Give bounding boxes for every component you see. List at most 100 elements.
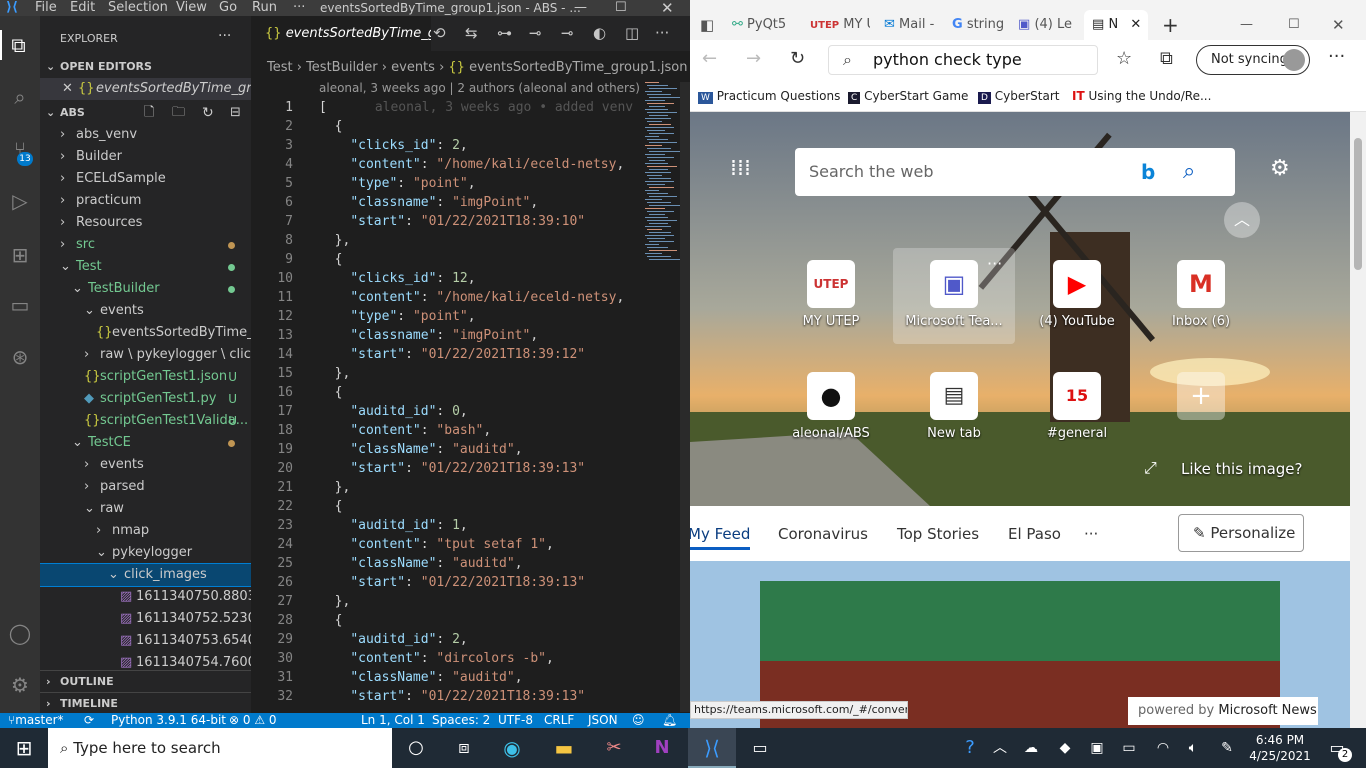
blame-codelens[interactable]: aleonal, 3 weeks ago | 2 authors (aleona… <box>319 81 640 95</box>
tree-item[interactable]: › src <box>40 234 251 256</box>
python-interpreter[interactable]: Python 3.9.1 64-bit <box>111 713 226 728</box>
favorite-item[interactable]: W Practicum Questions <box>698 86 840 108</box>
maximize-icon[interactable]: ☐ <box>615 0 627 16</box>
favorite-item[interactable]: IT Using the Undo/Re... <box>1072 86 1211 106</box>
edge-app-icon[interactable]: ◉ <box>488 728 536 768</box>
network-display-icon[interactable]: ▣ <box>1084 728 1110 768</box>
tree-item[interactable]: › raw \ pykeylogger \ click_i... <box>40 344 251 366</box>
editor-tab[interactable]: {} eventsSortedByTime_grou <box>251 16 431 51</box>
web-search-box[interactable]: Search the web b ⌕ <box>795 148 1235 196</box>
browser-tab[interactable]: G string <box>952 12 1008 38</box>
terminal-icon[interactable]: ▭ <box>736 728 784 768</box>
quick-link-tile[interactable]: ▤ New tab <box>899 372 1009 464</box>
minimap[interactable] <box>641 82 680 262</box>
cursor-position[interactable]: Ln 1, Col 1 <box>361 713 425 728</box>
dropbox-icon[interactable]: ◆ <box>1052 728 1078 768</box>
tree-item[interactable]: ▨1611340753.6540759_... <box>40 630 251 652</box>
minimize-icon[interactable]: — <box>574 0 587 16</box>
browser-tab[interactable]: ▣ (4) Le <box>1018 12 1080 38</box>
breadcrumb-item[interactable]: Test <box>267 60 293 75</box>
close-tab-icon[interactable]: ✕ <box>1130 17 1141 32</box>
file-explorer-icon[interactable]: ▬ <box>540 728 588 768</box>
tree-item[interactable]: ⌄ TestBuilder <box>40 278 251 300</box>
extensions-icon[interactable]: ⊞ <box>5 240 35 270</box>
menu-edit[interactable]: Edit <box>70 0 95 16</box>
quick-link-tile[interactable]: ● aleonal/ABS <box>776 372 886 464</box>
collapse-up-icon[interactable]: ︿ <box>1224 202 1260 238</box>
tree-item[interactable]: ▨1611340750.880306_x... <box>40 586 251 608</box>
vscode-app-icon[interactable]: ⟩⟨ <box>688 728 736 768</box>
history-icon[interactable]: ⟲ <box>433 24 446 42</box>
close-window-icon[interactable]: ✕ <box>1332 12 1345 38</box>
outline-section[interactable]: › OUTLINE <box>40 670 251 692</box>
volume-icon[interactable]: 🔈︎ <box>1180 728 1206 768</box>
scrollbar-thumb[interactable] <box>1354 138 1362 270</box>
close-icon[interactable]: ✕ <box>661 0 674 16</box>
tree-item[interactable]: ◆ scriptGenTest1.py U <box>40 388 251 410</box>
tree-item[interactable]: › abs_venv <box>40 124 251 146</box>
wifi-icon[interactable]: ◠ <box>1150 728 1176 768</box>
forward-icon[interactable]: → <box>746 48 761 69</box>
workspace-root[interactable]: ⌄ ABS 🗋 🗀 ↻ ⊟ <box>40 102 251 124</box>
refresh-icon[interactable]: ↻ <box>202 102 214 124</box>
page-settings-gear-icon[interactable]: ⚙ <box>1270 156 1290 181</box>
tree-item[interactable]: {}eventsSortedByTime_gro... <box>40 322 251 344</box>
explorer-more-icon[interactable]: ··· <box>218 28 231 44</box>
open-editor-item[interactable]: ✕ {} eventsSortedByTime_grou... <box>40 78 251 100</box>
tree-item[interactable]: ▨1611340752.5230346_... <box>40 608 251 630</box>
notifications-bell-icon[interactable]: 🔔︎ <box>662 713 677 728</box>
tree-item[interactable]: {} scriptGenTest1Valida... U <box>40 410 251 432</box>
next-change-icon[interactable]: ⊸ <box>561 24 574 42</box>
refresh-icon[interactable]: ↻ <box>790 48 805 69</box>
problems-status[interactable]: ⊗ 0 ⚠ 0 <box>229 713 277 728</box>
page-scrollbar[interactable] <box>1350 112 1366 728</box>
maximize-icon[interactable]: ☐ <box>1288 12 1300 38</box>
tab-my-feed[interactable]: My Feed <box>690 525 751 550</box>
menu-selection[interactable]: Selection <box>108 0 168 16</box>
battery-icon[interactable]: ▭ <box>1116 728 1142 768</box>
blame-toggle-icon[interactable]: ◐ <box>593 24 606 42</box>
collections-icon[interactable]: ⧉ <box>1160 48 1173 69</box>
search-icon[interactable]: ⌕ <box>5 82 35 112</box>
menu-view[interactable]: View <box>176 0 207 16</box>
sync-icon[interactable]: ⟳ <box>84 713 94 728</box>
tree-item[interactable]: ⌄ TestCE <box>40 432 251 454</box>
favorite-item[interactable]: C CyberStart Game <box>848 86 968 108</box>
tree-item[interactable]: ⌄ click_images <box>40 563 251 587</box>
back-icon[interactable]: ← <box>702 48 717 69</box>
breadcrumb-item[interactable]: TestBuilder <box>306 60 378 75</box>
settings-gear-icon[interactable]: ⚙ <box>5 670 35 700</box>
run-debug-icon[interactable]: ▷ <box>5 186 35 216</box>
new-tab-icon[interactable]: + <box>1162 12 1179 38</box>
quick-link-tile[interactable]: ▣ Microsoft Tea... ··· <box>899 254 1009 352</box>
start-windows-icon[interactable]: ⊞ <box>0 728 48 768</box>
tree-item[interactable]: › parsed <box>40 476 251 498</box>
tab-el-paso[interactable]: El Paso <box>1008 525 1061 543</box>
open-editors-header[interactable]: ⌄ OPEN EDITORS <box>40 56 251 78</box>
folder-icon[interactable]: ▭ <box>5 290 35 320</box>
sync-profile-button[interactable]: Not syncing <box>1196 45 1310 75</box>
onedrive-cloud-icon[interactable]: ☁ <box>1018 728 1044 768</box>
clock[interactable]: 6:46 PM 4/25/2021 <box>1244 728 1316 768</box>
like-image-link[interactable]: Like this image? <box>1181 460 1303 478</box>
tree-item[interactable]: › Resources <box>40 212 251 234</box>
tree-item[interactable]: ⌄ pykeylogger <box>40 542 251 564</box>
tile-more-icon[interactable]: ··· <box>987 254 1002 273</box>
add-quick-link[interactable]: + <box>1146 372 1256 464</box>
quick-link-tile[interactable]: UTEP MY UTEP <box>776 260 886 352</box>
tree-item[interactable]: › practicum <box>40 190 251 212</box>
new-folder-icon[interactable]: 🗀 <box>172 102 185 124</box>
tree-item[interactable]: › events <box>40 454 251 476</box>
indent-status[interactable]: Spaces: 2 <box>432 713 490 728</box>
tree-item[interactable]: ⌄ Test <box>40 256 251 278</box>
explorer-icon[interactable]: ⧉ <box>0 30 35 60</box>
editor-more-icon[interactable]: ··· <box>655 24 669 42</box>
menu-run[interactable]: Run <box>252 0 277 16</box>
onenote-icon[interactable]: N <box>638 728 686 768</box>
taskbar-search-box[interactable]: ⌕ Type here to search <box>48 728 392 768</box>
tab-coronavirus[interactable]: Coronavirus <box>778 525 868 543</box>
menu-go[interactable]: Go <box>219 0 237 16</box>
eol-status[interactable]: CRLF <box>544 713 574 728</box>
timeline-section[interactable]: › TIMELINE <box>40 692 251 713</box>
prev-change-icon[interactable]: ⊸ <box>529 24 542 42</box>
